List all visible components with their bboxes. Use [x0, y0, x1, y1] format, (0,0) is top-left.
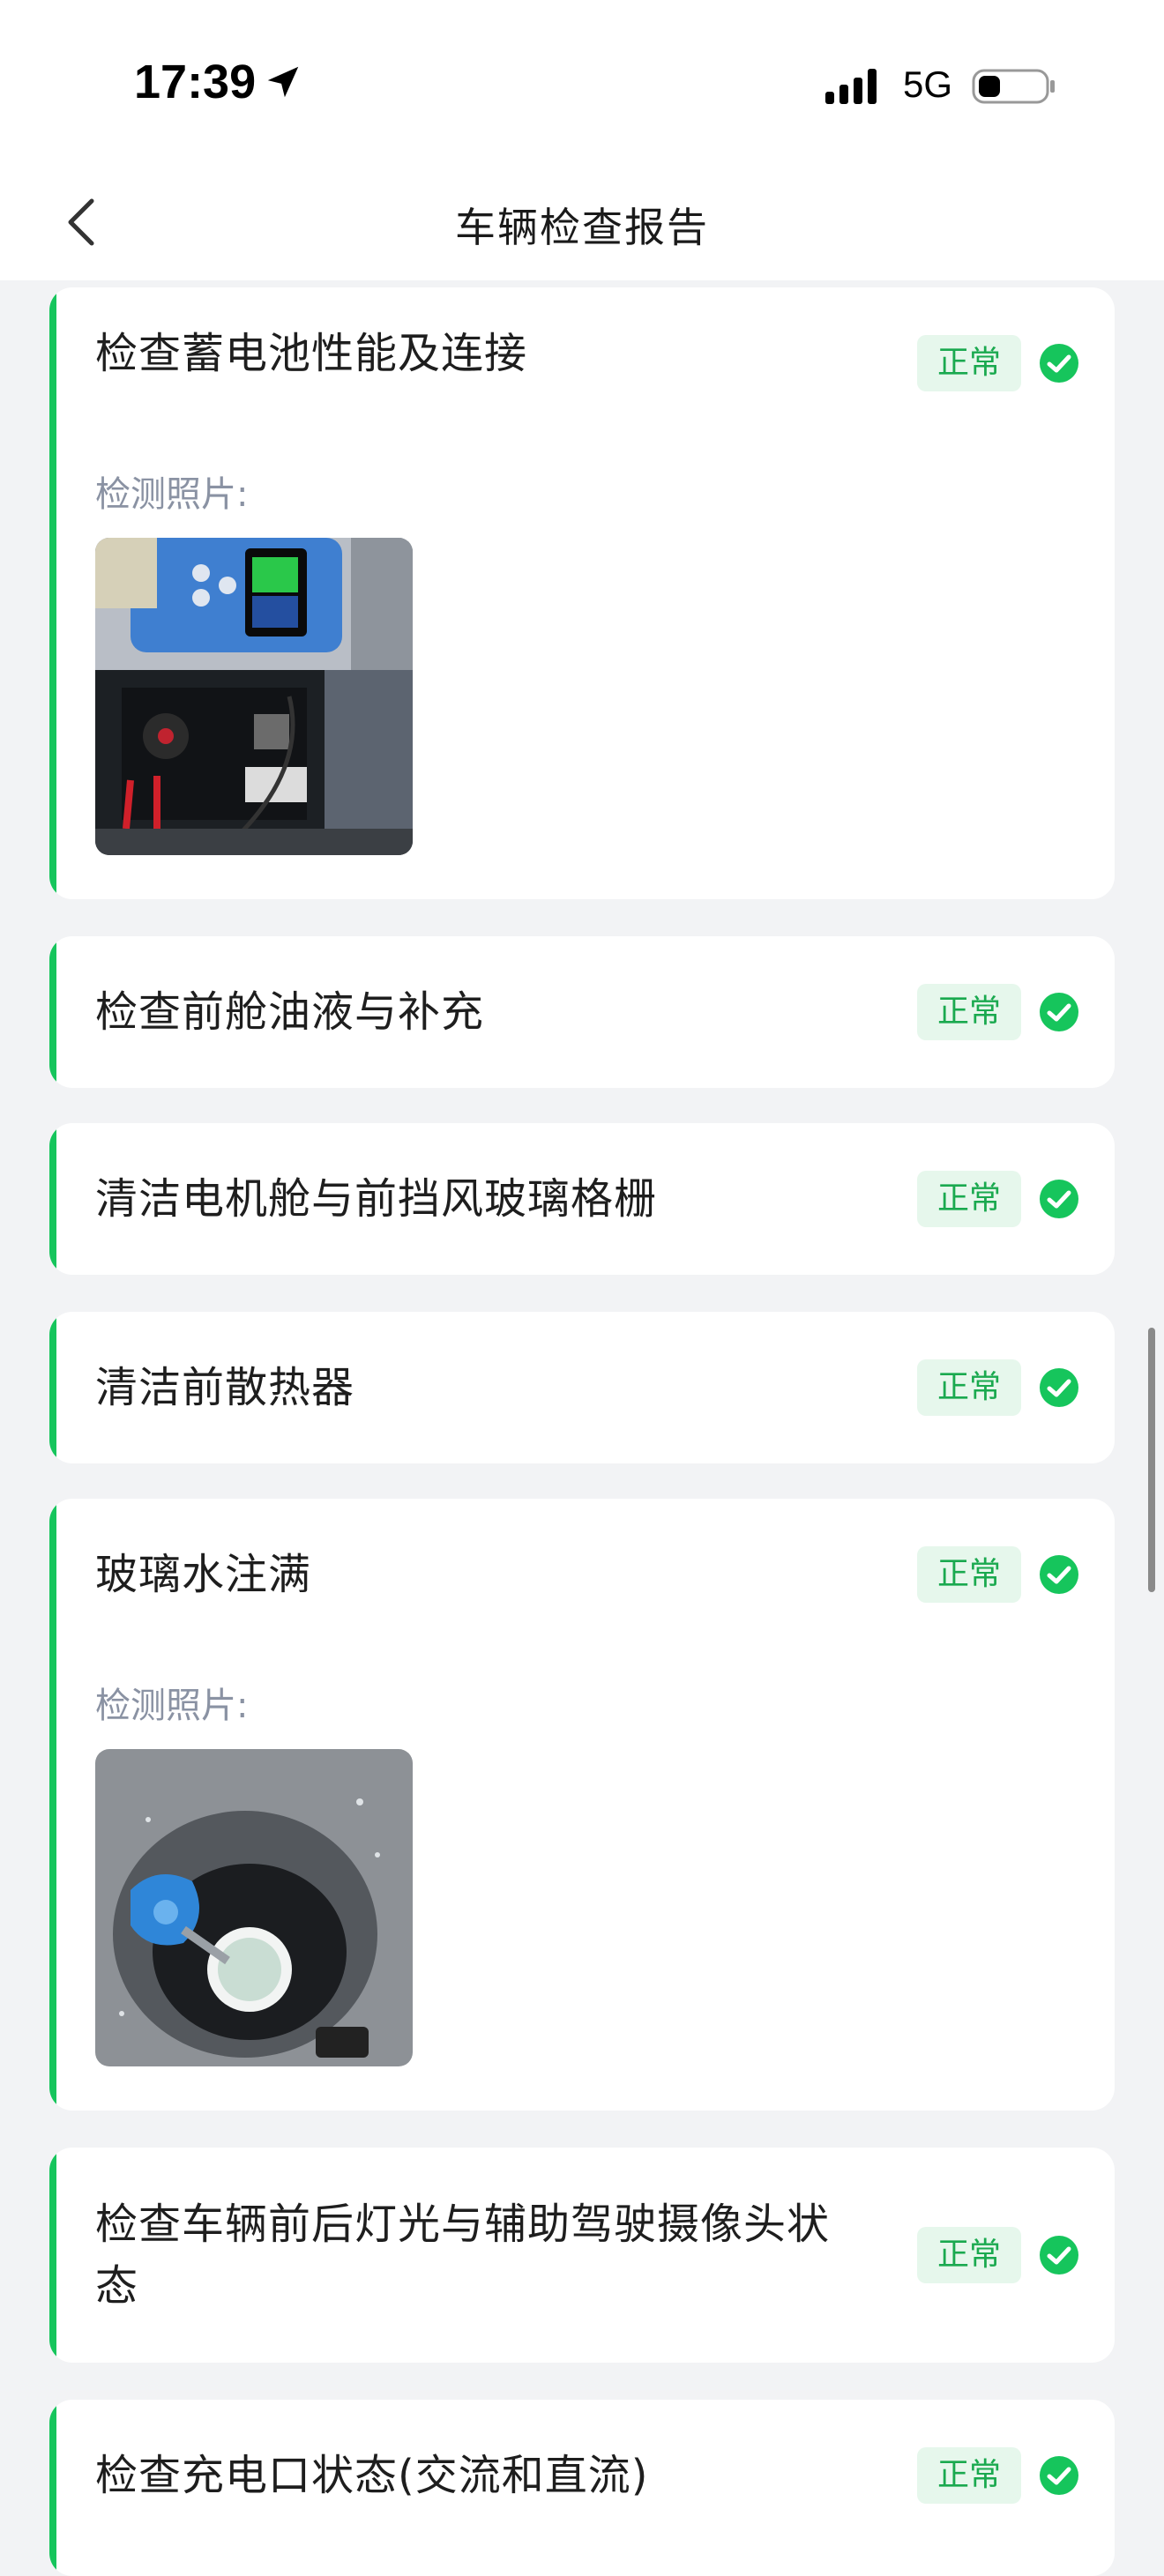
inspection-item-card: 玻璃水注满 正常 检测照片:: [49, 1499, 1115, 2111]
status-badge: 正常: [917, 2227, 1021, 2283]
battery-test-photo[interactable]: [95, 538, 413, 855]
inspection-item-card: 清洁前散热器 正常: [49, 1312, 1115, 1463]
item-title: 检查充电口状态(交流和直流): [95, 2451, 649, 2500]
check-circle-icon: [1040, 2236, 1078, 2274]
status-badge: 正常: [917, 1171, 1021, 1227]
status-badge: 正常: [917, 2447, 1021, 2504]
photo-label: 检测照片:: [95, 1686, 249, 1726]
item-title: 检查蓄电池性能及连接: [95, 329, 528, 378]
top-bar: 17:39 5G 车辆检查报告: [0, 0, 1164, 280]
item-title-line: 态: [95, 2261, 139, 2311]
scrollbar[interactable]: [1148, 1328, 1155, 1592]
status-badge: 正常: [917, 984, 1021, 1040]
item-title-line: 检查车辆前后灯光与辅助驾驶摄像头状: [95, 2200, 831, 2249]
location-arrow-icon: [267, 66, 299, 98]
photo-label: 检测照片:: [95, 474, 249, 515]
status-badge: 正常: [917, 1359, 1021, 1416]
inspection-item-card: 清洁电机舱与前挡风玻璃格栅 正常: [49, 1123, 1115, 1275]
check-circle-icon: [1040, 1368, 1078, 1407]
network-type: 5G: [903, 63, 953, 105]
item-title: 清洁前散热器: [95, 1363, 355, 1412]
washer-fluid-photo[interactable]: [95, 1749, 413, 2066]
check-circle-icon: [1040, 993, 1078, 1031]
inspection-item-card: 检查车辆前后灯光与辅助驾驶摄像头状 态 正常: [49, 2148, 1115, 2363]
status-badge: 正常: [917, 1546, 1021, 1603]
inspection-item-card: 检查蓄电池性能及连接 正常 检测照片:: [49, 287, 1115, 899]
check-circle-icon: [1040, 1180, 1078, 1218]
check-circle-icon: [1040, 344, 1078, 383]
signal-icon: [825, 69, 877, 104]
check-circle-icon: [1040, 1555, 1078, 1594]
status-badge: 正常: [917, 335, 1021, 391]
check-circle-icon: [1040, 2456, 1078, 2495]
page-title: 车辆检查报告: [455, 204, 709, 251]
item-title: 检查前舱油液与补充: [95, 987, 485, 1037]
item-title: 清洁电机舱与前挡风玻璃格栅: [95, 1174, 658, 1224]
inspection-item-card: 检查前舱油液与补充 正常: [49, 936, 1115, 1088]
status-time: 17:39: [134, 56, 257, 108]
battery-icon: [972, 69, 1055, 104]
inspection-item-card: 检查充电口状态(交流和直流) 正常: [49, 2400, 1115, 2576]
item-title: 玻璃水注满: [95, 1550, 312, 1599]
item-title: 检查车辆前后灯光与辅助驾驶摄像头状 态: [95, 2193, 830, 2317]
